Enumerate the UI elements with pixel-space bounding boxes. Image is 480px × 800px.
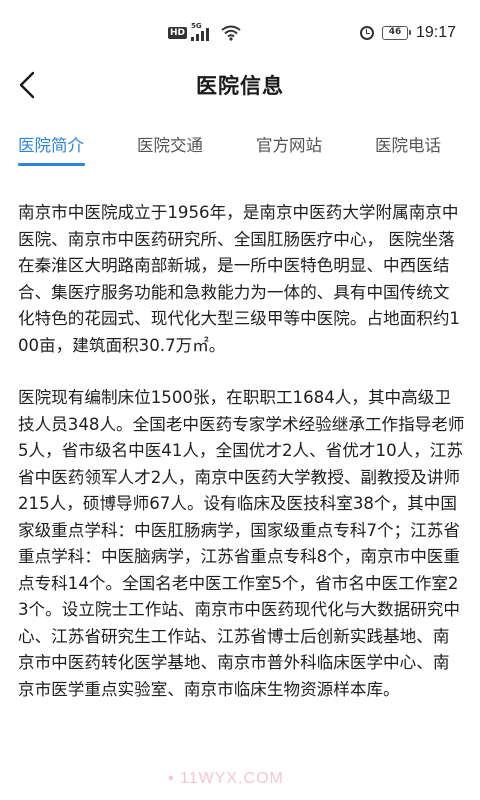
wifi-icon xyxy=(221,25,241,41)
intro-paragraph-2: 医院现有编制床位1500张，在职职工1684人，其中高级卫技人员348人。全国老… xyxy=(18,388,465,699)
intro-content: 南京市中医院成立于1956年，是南京中医药大学附属南京中医院、南京市中医药研究所… xyxy=(18,200,466,729)
page-header: 医院信息 xyxy=(0,44,480,126)
tab-bar: 医院简介 医院交通 官方网站 医院电话 xyxy=(0,126,480,166)
hd-icon: HD xyxy=(168,27,188,39)
status-right: 46 19:17 xyxy=(359,24,456,42)
intro-paragraph-1: 南京市中医院成立于1956年，是南京中医药大学附属南京中医院、南京市中医药研究所… xyxy=(18,203,460,355)
cellular-signal-icon: 5G xyxy=(191,22,217,41)
battery-icon: 46 xyxy=(381,26,411,40)
status-bar: HD 5G 46 19:17 xyxy=(0,0,480,44)
tab-hospital-transport[interactable]: 医院交通 xyxy=(137,132,203,156)
active-tab-indicator xyxy=(18,163,85,166)
network-type: 5G xyxy=(191,22,202,30)
watermark: • 11WYX.COM xyxy=(168,770,284,787)
tab-official-website[interactable]: 官方网站 xyxy=(256,132,322,156)
tab-hospital-intro[interactable]: 医院简介 xyxy=(18,132,84,156)
status-time: 19:17 xyxy=(415,24,456,41)
tab-hospital-phone[interactable]: 医院电话 xyxy=(375,132,441,156)
page-title: 医院信息 xyxy=(196,74,284,98)
status-left: HD 5G xyxy=(168,22,241,42)
alarm-icon xyxy=(359,26,374,40)
